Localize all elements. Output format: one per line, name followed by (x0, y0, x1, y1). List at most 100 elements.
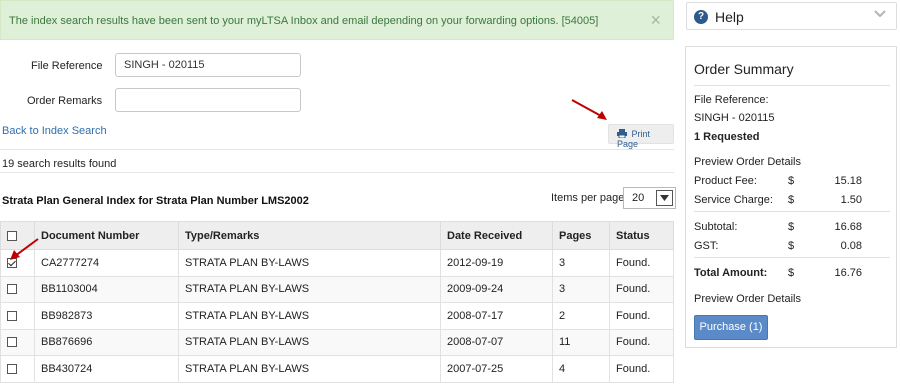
type-remarks-cell: STRATA PLAN BY-LAWS (178, 275, 441, 303)
column-header-status[interactable]: Status (609, 221, 674, 250)
printer-icon (617, 129, 627, 139)
document-number-cell: BB876696 (34, 328, 179, 356)
column-header-date-received[interactable]: Date Received (440, 221, 553, 250)
alert-message: The index search results have been sent … (9, 15, 599, 27)
currency-symbol: $ (788, 267, 795, 279)
gst-label: GST: (694, 240, 719, 252)
currency-symbol: $ (788, 240, 795, 252)
status-cell: Found. (609, 302, 674, 330)
total-amount-label: Total Amount: (694, 267, 768, 279)
table-row: BB430724 STRATA PLAN BY-LAWS 2007-07-25 … (0, 355, 674, 383)
order-remarks-label: Order Remarks (27, 95, 103, 107)
divider (0, 172, 674, 173)
chevron-down-icon (656, 190, 673, 206)
section-title: Strata Plan General Index for Strata Pla… (2, 195, 309, 207)
document-number-cell: BB430724 (34, 355, 179, 383)
product-fee-amount: 15.18 (834, 175, 862, 187)
annotation-arrow-icon (10, 238, 39, 260)
product-fee-row: Product Fee: $ 15.18 (694, 175, 890, 187)
purchase-button[interactable]: Purchase (1) (694, 315, 768, 340)
table-row: BB876696 STRATA PLAN BY-LAWS 2008-07-07 … (0, 328, 674, 356)
document-number-cell: BB1103004 (34, 275, 179, 303)
type-remarks-cell: STRATA PLAN BY-LAWS (178, 328, 441, 356)
document-number-cell: BB982873 (34, 302, 179, 330)
file-reference-label: File Reference (31, 60, 103, 72)
currency-symbol: $ (788, 175, 795, 187)
row-select-cell (0, 302, 35, 330)
product-fee-label: Product Fee: (694, 175, 757, 187)
preview-order-details-link[interactable]: Preview Order Details (694, 156, 890, 168)
type-remarks-cell: STRATA PLAN BY-LAWS (178, 355, 441, 383)
help-panel-header[interactable]: ? Help (686, 2, 897, 30)
file-reference-input[interactable] (115, 53, 301, 77)
close-icon[interactable]: × (650, 10, 661, 31)
subtotal-label: Subtotal: (694, 221, 738, 233)
total-amount: 16.76 (834, 267, 862, 279)
service-charge-label: Service Charge: (694, 194, 773, 206)
column-header-pages[interactable]: Pages (552, 221, 610, 250)
table-row: CA2777274 STRATA PLAN BY-LAWS 2012-09-19… (0, 249, 674, 277)
service-charge-row: Service Charge: $ 1.50 (694, 194, 890, 206)
row-select-cell (0, 328, 35, 356)
type-remarks-cell: STRATA PLAN BY-LAWS (178, 302, 441, 330)
currency-symbol: $ (788, 194, 795, 206)
help-label: Help (715, 9, 744, 25)
pages-cell: 11 (552, 328, 610, 356)
currency-symbol: $ (788, 221, 795, 233)
divider (694, 211, 890, 212)
preview-order-details-link[interactable]: Preview Order Details (694, 293, 890, 305)
document-number-cell: CA2777274 (34, 249, 179, 277)
date-received-cell: 2009-09-24 (440, 275, 553, 303)
row-checkbox[interactable] (7, 337, 17, 348)
row-checkbox[interactable] (7, 363, 17, 374)
back-to-index-search-link[interactable]: Back to Index Search (2, 125, 107, 137)
order-summary-title: Order Summary (694, 61, 794, 77)
items-per-page-select[interactable]: 20 (623, 187, 676, 209)
date-received-cell: 2008-07-07 (440, 328, 553, 356)
gst-row: GST: $ 0.08 (694, 240, 890, 252)
divider (694, 257, 890, 258)
type-remarks-cell: STRATA PLAN BY-LAWS (178, 249, 441, 277)
chevron-down-icon (874, 9, 886, 22)
status-cell: Found. (609, 275, 674, 303)
file-reference-label: File Reference: (694, 94, 769, 106)
annotation-arrow-icon (571, 99, 607, 120)
requested-count: 1 Requested (694, 131, 760, 143)
row-select-cell (0, 275, 35, 303)
divider (0, 149, 674, 150)
items-per-page-value: 20 (632, 192, 645, 204)
print-page-button[interactable]: Print Page (608, 124, 674, 149)
table-header-row: Document Number Type/Remarks Date Receiv… (0, 221, 674, 250)
question-circle-icon: ? (694, 10, 708, 24)
subtotal-row: Subtotal: $ 16.68 (694, 221, 890, 233)
success-alert: The index search results have been sent … (0, 0, 674, 40)
table-row: BB982873 STRATA PLAN BY-LAWS 2008-07-17 … (0, 302, 674, 330)
pages-cell: 2 (552, 302, 610, 330)
divider (694, 85, 890, 86)
pages-cell: 3 (552, 275, 610, 303)
subtotal-amount: 16.68 (834, 221, 862, 233)
row-checkbox[interactable] (7, 310, 17, 321)
pages-cell: 4 (552, 355, 610, 383)
order-summary-panel: Order Summary File Reference: SINGH - 02… (685, 46, 897, 348)
column-header-document-number[interactable]: Document Number (34, 221, 179, 250)
order-remarks-input[interactable] (115, 88, 301, 112)
pages-cell: 3 (552, 249, 610, 277)
row-select-cell (0, 355, 35, 383)
status-cell: Found. (609, 328, 674, 356)
results-table: Document Number Type/Remarks Date Receiv… (0, 221, 674, 383)
table-row: BB1103004 STRATA PLAN BY-LAWS 2009-09-24… (0, 275, 674, 303)
column-header-type-remarks[interactable]: Type/Remarks (178, 221, 441, 250)
row-checkbox[interactable] (7, 284, 17, 295)
file-reference-value: SINGH - 020115 (694, 112, 775, 124)
date-received-cell: 2007-07-25 (440, 355, 553, 383)
gst-amount: 0.08 (840, 240, 862, 252)
status-cell: Found. (609, 355, 674, 383)
service-charge-amount: 1.50 (840, 194, 862, 206)
date-received-cell: 2012-09-19 (440, 249, 553, 277)
results-count: 19 search results found (2, 158, 117, 170)
total-amount-row: Total Amount: $ 16.76 (694, 267, 890, 279)
items-per-page-label: Items per page (551, 192, 625, 204)
date-received-cell: 2008-07-17 (440, 302, 553, 330)
status-cell: Found. (609, 249, 674, 277)
